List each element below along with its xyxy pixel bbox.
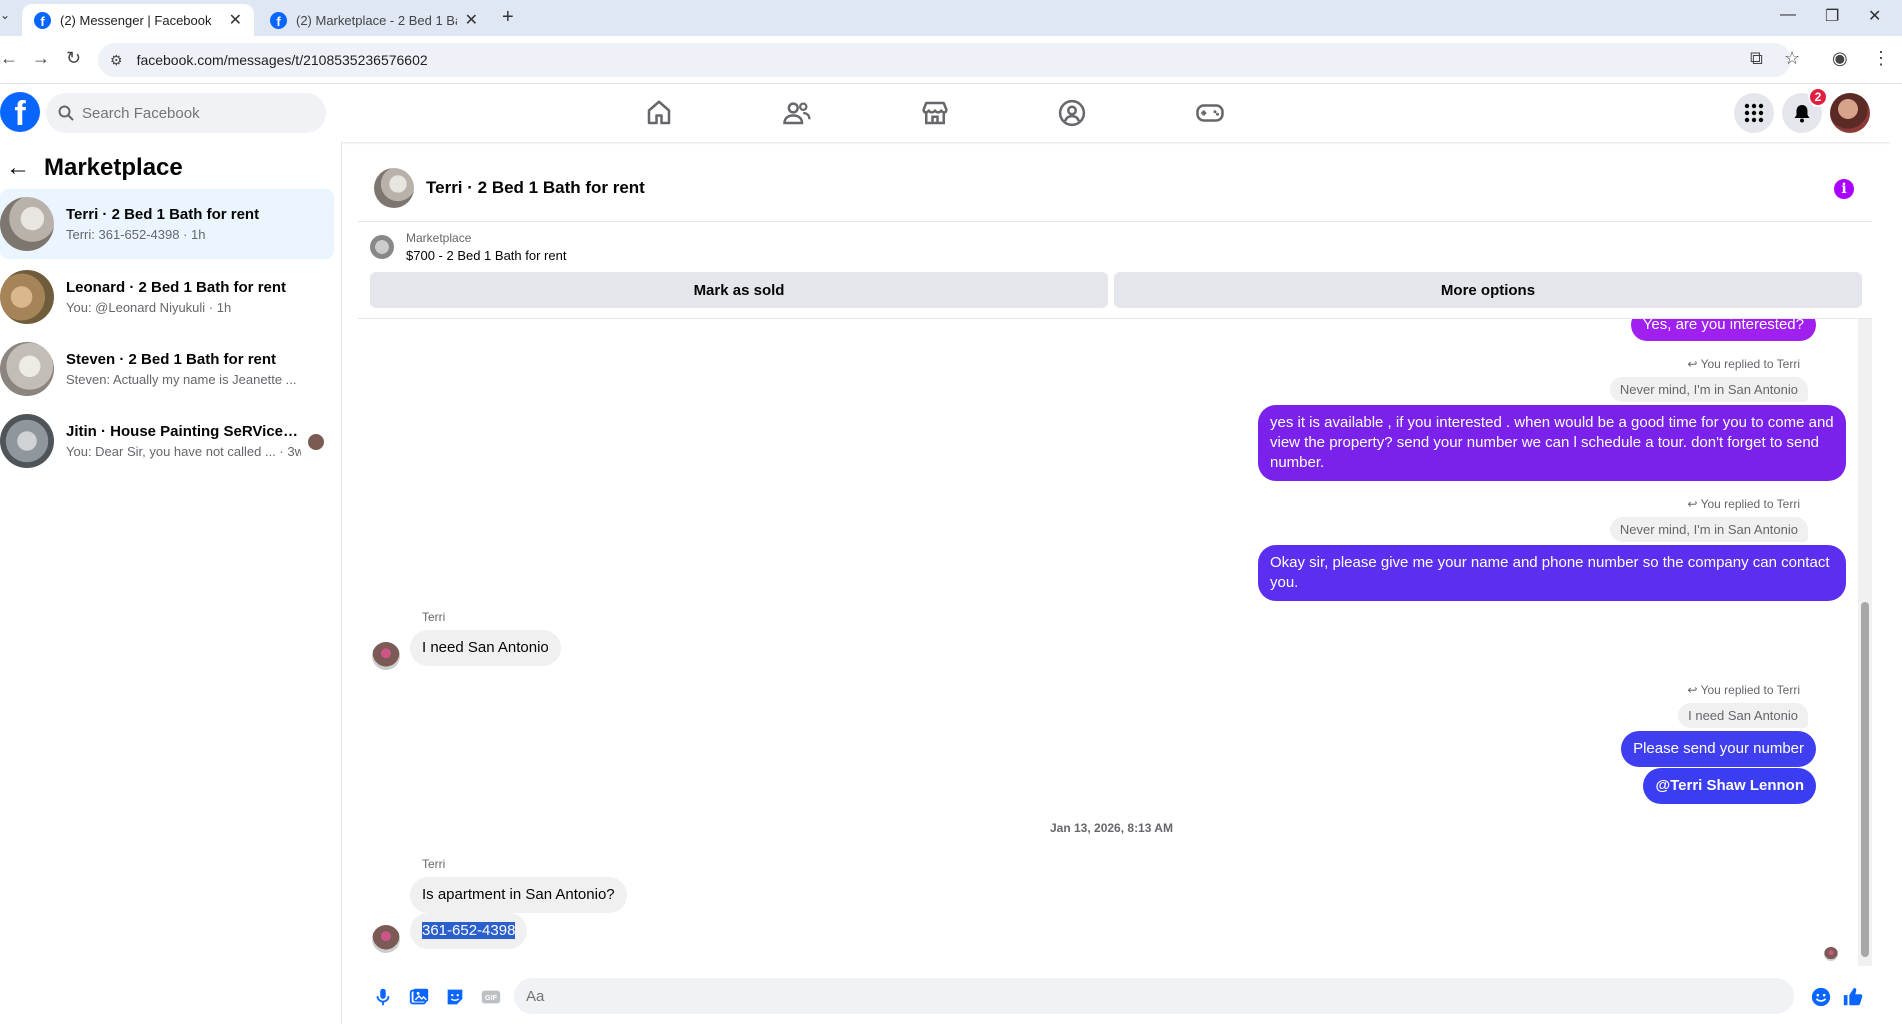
more-options-button[interactable]: More options	[1114, 272, 1862, 308]
svg-text:GIF: GIF	[485, 993, 498, 1002]
chat-panel: Terri · 2 Bed 1 Bath for rent i Marketpl…	[358, 155, 1872, 1024]
listing-thumbnail	[0, 197, 54, 251]
profile-icon[interactable]: ◉	[1832, 48, 1848, 69]
reply-indicator: ↩ You replied to Terri	[1687, 497, 1800, 511]
gif-icon[interactable]: GIF	[480, 986, 502, 1008]
listing-thumbnail	[0, 270, 54, 324]
listing-thumbnail	[0, 414, 54, 468]
restore-icon[interactable]: ❐	[1825, 6, 1839, 26]
chat-header: Terri · 2 Bed 1 Bath for rent i	[358, 155, 1872, 222]
url-text: facebook.com/messages/t/2108535236576602	[136, 52, 428, 68]
bell-icon	[1794, 105, 1810, 123]
quoted-message[interactable]: Never mind, I'm in San Antonio	[1609, 377, 1808, 402]
message-input[interactable]	[514, 978, 1794, 1014]
reply-indicator: ↩ You replied to Terri	[1687, 683, 1800, 697]
outgoing-message[interactable]: Yes, are you interested?	[1630, 319, 1816, 341]
listing-title[interactable]: $700 - 2 Bed 1 Bath for rent	[406, 248, 566, 263]
account-avatar[interactable]	[1830, 93, 1870, 133]
facebook-logo-icon[interactable]: f	[0, 92, 40, 132]
close-tab-icon[interactable]: ✕	[229, 10, 242, 30]
listing-source: Marketplace	[406, 231, 472, 245]
info-icon[interactable]: i	[1834, 179, 1854, 199]
message-scrollbar[interactable]	[1858, 319, 1872, 966]
conversation-item-terri[interactable]: Terri · 2 Bed 1 Bath for rent Terri: 361…	[0, 189, 334, 259]
minimize-icon[interactable]: —	[1780, 6, 1796, 24]
reply-indicator: ↩ You replied to Terri	[1687, 357, 1800, 371]
browser-toolbar: ← → ↻ ⚙ facebook.com/messages/t/21085352…	[0, 36, 1902, 84]
grid-icon	[1744, 103, 1764, 123]
close-tab-icon[interactable]: ✕	[465, 10, 478, 30]
sender-name: Terri	[422, 857, 446, 871]
outgoing-mention-message[interactable]: @Terri Shaw Lennon	[1643, 768, 1816, 804]
window-close-icon[interactable]: ✕	[1868, 6, 1881, 26]
home-icon[interactable]	[644, 98, 674, 128]
message-timestamp: Jan 13, 2026, 8:13 AM	[1050, 821, 1173, 835]
browser-tab-strip: ⌄ f (2) Messenger | Facebook ✕ f (2) Mar…	[0, 0, 1902, 36]
tab-search-icon[interactable]: ⌄	[0, 8, 10, 22]
address-bar[interactable]: ⚙ facebook.com/messages/t/21085352365766…	[98, 43, 1791, 77]
message-composer: GIF	[358, 966, 1872, 1024]
emoji-icon[interactable]	[1810, 986, 1832, 1008]
reload-icon[interactable]: ↻	[66, 48, 81, 69]
outgoing-message[interactable]: Please send your number	[1621, 731, 1816, 767]
facebook-search[interactable]	[46, 93, 326, 133]
search-input[interactable]	[82, 104, 302, 122]
sender-name: Terri	[422, 610, 446, 624]
menu-grid-button[interactable]	[1734, 93, 1774, 133]
read-receipt-avatar	[308, 434, 324, 450]
outgoing-message[interactable]: yes it is available , if you interested …	[1258, 405, 1846, 481]
photo-icon[interactable]	[408, 986, 430, 1008]
chat-title[interactable]: Terri · 2 Bed 1 Bath for rent	[426, 178, 645, 198]
quoted-message[interactable]: Never mind, I'm in San Antonio	[1609, 517, 1808, 542]
sidebar-header: ← Marketplace	[0, 154, 183, 182]
search-icon	[58, 105, 74, 121]
microphone-icon[interactable]	[372, 986, 394, 1008]
listing-thumbnail[interactable]	[374, 168, 414, 208]
new-tab-icon[interactable]: +	[502, 6, 514, 29]
facebook-favicon-icon: f	[34, 11, 51, 29]
bookmark-star-icon[interactable]: ☆	[1784, 48, 1800, 69]
forward-icon[interactable]: →	[32, 48, 50, 69]
back-arrow-icon[interactable]: ←	[6, 154, 30, 182]
message-thread[interactable]: Yes, are you interested? ↩ You replied t…	[358, 318, 1872, 966]
page-scrollbar[interactable]	[1890, 84, 1902, 1024]
terri-avatar[interactable]	[372, 925, 400, 953]
back-icon[interactable]: ←	[0, 48, 18, 69]
notification-badge: 2	[1808, 87, 1828, 107]
incoming-message[interactable]: I need San Antonio	[410, 630, 561, 666]
conversation-item-steven[interactable]: Steven · 2 Bed 1 Bath for rent Steven: A…	[0, 334, 334, 404]
chrome-menu-icon[interactable]: ⋮	[1872, 48, 1890, 69]
quoted-message[interactable]: I need San Antonio	[1678, 703, 1808, 728]
incoming-message-phone[interactable]: 361-652-4398	[410, 913, 528, 949]
conversation-sidebar: ← Marketplace Terri · 2 Bed 1 Bath for r…	[0, 142, 342, 1024]
thumbs-up-icon[interactable]	[1842, 986, 1864, 1008]
outgoing-message[interactable]: Okay sir, please give me your name and p…	[1258, 545, 1846, 601]
groups-icon[interactable]	[1057, 98, 1087, 128]
listing-avatar	[370, 235, 394, 259]
listing-thumbnail	[0, 342, 54, 396]
facebook-header: f 2	[0, 84, 1890, 142]
incoming-message[interactable]: Is apartment in San Antonio?	[410, 877, 627, 913]
install-app-icon[interactable]: ⧉	[1750, 48, 1763, 69]
sticker-icon[interactable]	[444, 986, 466, 1008]
friends-icon[interactable]	[782, 98, 812, 128]
sidebar-title: Marketplace	[44, 154, 183, 181]
site-info-icon[interactable]: ⚙	[110, 52, 123, 69]
facebook-favicon-icon: f	[270, 11, 287, 29]
scrollbar-thumb[interactable]	[1861, 602, 1869, 957]
terri-avatar[interactable]	[372, 642, 400, 670]
seen-avatar	[1824, 947, 1838, 961]
marketplace-icon[interactable]	[920, 98, 950, 128]
tab-marketplace[interactable]: f (2) Marketplace - 2 Bed 1 Bath f ✕	[258, 4, 490, 36]
conversation-item-jitin[interactable]: Jitin · House Painting SeRVice L... You:…	[0, 406, 334, 476]
conversation-item-leonard[interactable]: Leonard · 2 Bed 1 Bath for rent You: @Le…	[0, 262, 334, 332]
gaming-icon[interactable]	[1195, 98, 1225, 128]
mark-as-sold-button[interactable]: Mark as sold	[370, 272, 1108, 308]
tab-messenger[interactable]: f (2) Messenger | Facebook ✕	[22, 4, 254, 36]
